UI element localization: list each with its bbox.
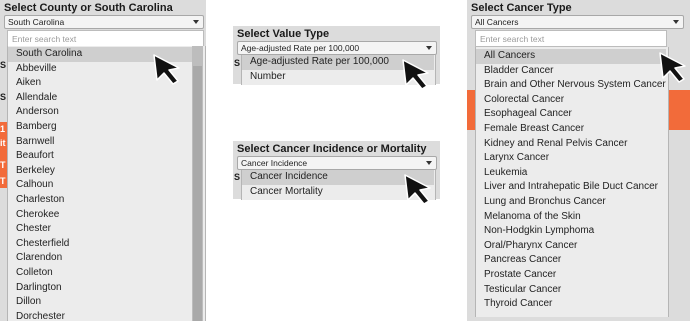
- background-orange-strip: [669, 90, 690, 130]
- county-selected-value: South Carolina: [8, 17, 65, 27]
- county-search-placeholder: Enter search text: [12, 34, 77, 44]
- mouse-pointer-icon: [402, 59, 429, 90]
- county-option[interactable]: Berkeley: [8, 164, 192, 179]
- cancer-type-option[interactable]: Testicular Cancer: [476, 283, 666, 298]
- county-option[interactable]: Barnwell: [8, 135, 192, 150]
- cancer-type-selected-value: All Cancers: [475, 17, 519, 27]
- county-option[interactable]: Anderson: [8, 105, 192, 120]
- cancer-type-option[interactable]: Esophageal Cancer: [476, 107, 666, 122]
- cancer-type-option[interactable]: Melanoma of the Skin: [476, 210, 666, 225]
- county-option[interactable]: Beaufort: [8, 149, 192, 164]
- cancer-type-option[interactable]: Larynx Cancer: [476, 151, 666, 166]
- cancer-type-select[interactable]: All Cancers: [471, 15, 684, 29]
- county-option[interactable]: Dillon: [8, 295, 192, 310]
- background-text-fragment: it: [0, 138, 6, 148]
- cancer-type-option[interactable]: Leukemia: [476, 166, 666, 181]
- county-scrollbar-thumb[interactable]: [193, 66, 202, 321]
- county-select[interactable]: South Carolina: [4, 15, 204, 29]
- mouse-pointer-icon: [659, 52, 686, 83]
- county-option[interactable]: Chester: [8, 222, 192, 237]
- background-text-fragment: S: [234, 58, 241, 68]
- background-orange-strip: [467, 90, 475, 130]
- chevron-down-icon: [673, 20, 679, 24]
- incidence-select[interactable]: Cancer Incidence: [237, 156, 437, 170]
- cancer-type-search-input[interactable]: Enter search text: [475, 30, 667, 47]
- cancer-type-option-list: All Cancers Bladder Cancer Brain and Other…: [476, 49, 666, 312]
- cancer-type-option[interactable]: Pancreas Cancer: [476, 253, 666, 268]
- background-text-fragment: T: [0, 160, 6, 170]
- background-text-fragment: T: [0, 176, 6, 186]
- county-option[interactable]: Calhoun: [8, 178, 192, 193]
- county-option[interactable]: Cherokee: [8, 208, 192, 223]
- chevron-down-icon: [426, 46, 432, 50]
- county-option[interactable]: Colleton: [8, 266, 192, 281]
- cancer-type-option[interactable]: Oral/Pharynx Cancer: [476, 239, 666, 254]
- background-text-fragment: S: [234, 172, 241, 182]
- county-option[interactable]: Darlington: [8, 281, 192, 296]
- county-option[interactable]: Charleston: [8, 193, 192, 208]
- incidence-header: Select Cancer Incidence or Mortality: [237, 143, 427, 155]
- cancer-type-search-placeholder: Enter search text: [480, 34, 545, 44]
- background-text-fragment: 1: [0, 124, 6, 134]
- county-option[interactable]: Dorchester: [8, 310, 192, 324]
- cancer-type-option[interactable]: Lung and Bronchus Cancer: [476, 195, 666, 210]
- county-header: Select County or South Carolina: [4, 2, 173, 14]
- incidence-selected-value: Cancer Incidence: [241, 158, 308, 168]
- cancer-type-header: Select Cancer Type: [471, 2, 572, 14]
- value-type-selected-value: Age-adjusted Rate per 100,000: [241, 43, 360, 53]
- mouse-pointer-icon: [404, 174, 431, 205]
- cancer-type-option[interactable]: Colorectal Cancer: [476, 93, 666, 108]
- chevron-down-icon: [426, 161, 432, 165]
- background-text-fragment: S: [0, 60, 7, 70]
- county-option[interactable]: Chesterfield: [8, 237, 192, 252]
- cancer-type-option[interactable]: All Cancers: [476, 49, 666, 64]
- county-option[interactable]: Allendale: [8, 91, 192, 106]
- mouse-pointer-icon: [153, 54, 180, 85]
- cancer-type-option[interactable]: Thyroid Cancer: [476, 297, 666, 312]
- chevron-down-icon: [193, 20, 199, 24]
- county-option[interactable]: Bamberg: [8, 120, 192, 135]
- cancer-type-option[interactable]: Liver and Intrahepatic Bile Duct Cancer: [476, 180, 666, 195]
- cancer-type-option[interactable]: Brain and Other Nervous System Cancer: [476, 78, 666, 93]
- county-scrollbar[interactable]: [192, 46, 203, 321]
- cancer-type-option[interactable]: Kidney and Renal Pelvis Cancer: [476, 137, 666, 152]
- county-option[interactable]: Clarendon: [8, 251, 192, 266]
- cancer-type-option[interactable]: Prostate Cancer: [476, 268, 666, 283]
- value-type-header: Select Value Type: [237, 28, 330, 40]
- cancer-type-option[interactable]: Bladder Cancer: [476, 64, 666, 79]
- county-option-list: South Carolina Abbeville Aiken Allendale And…: [8, 47, 192, 324]
- value-type-select[interactable]: Age-adjusted Rate per 100,000: [237, 41, 437, 55]
- cancer-type-option[interactable]: Non-Hodgkin Lymphoma: [476, 224, 666, 239]
- cancer-type-option[interactable]: Female Breast Cancer: [476, 122, 666, 137]
- background-text-fragment: S: [0, 92, 7, 102]
- county-search-input[interactable]: Enter search text: [7, 30, 204, 47]
